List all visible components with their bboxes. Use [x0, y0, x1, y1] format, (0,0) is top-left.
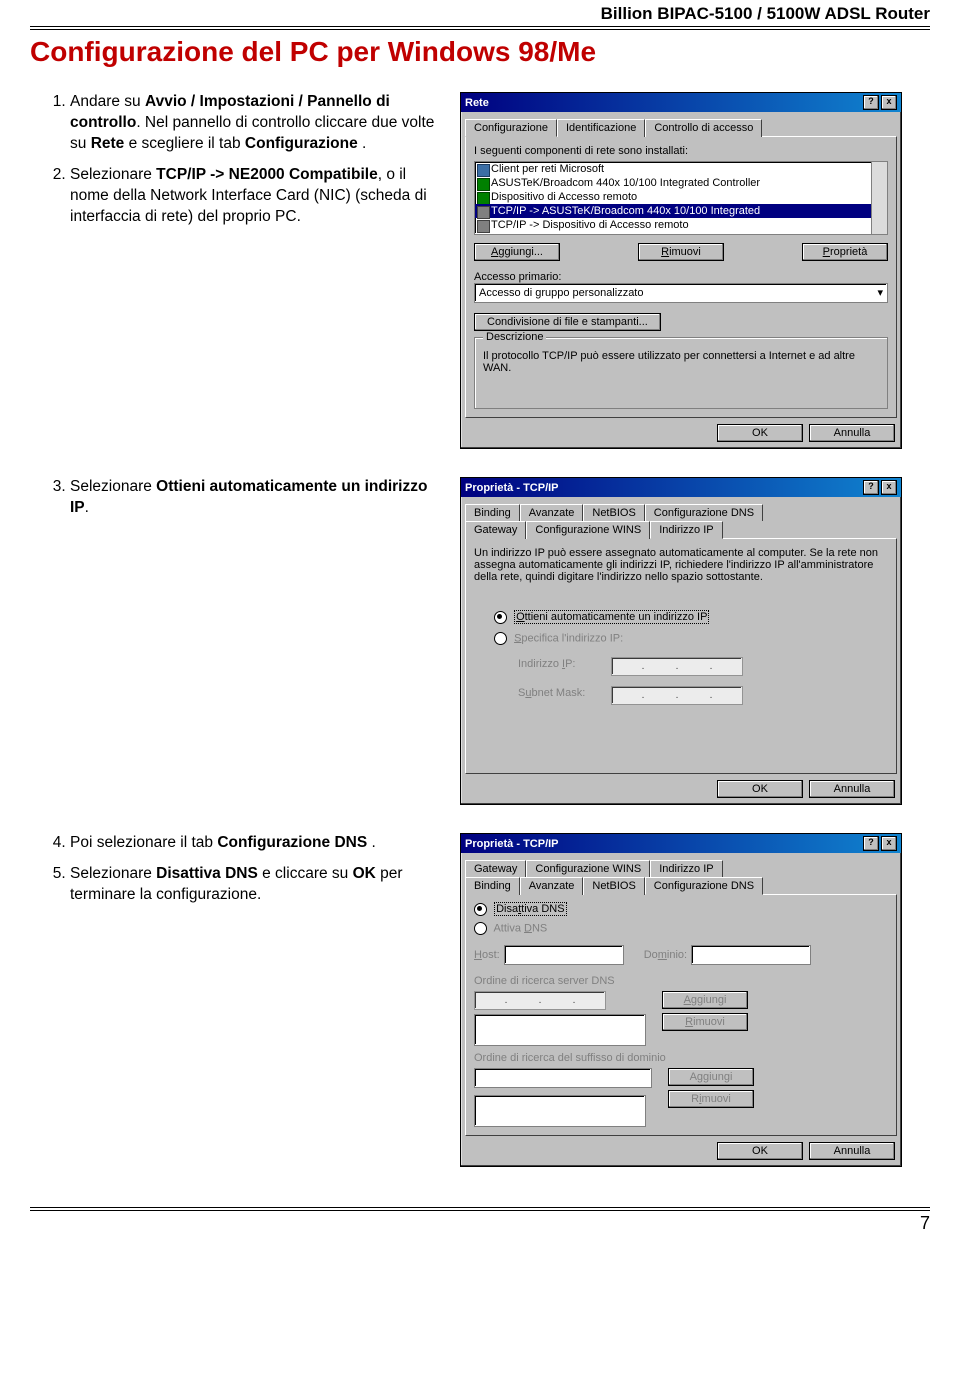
radio-icon: [494, 611, 507, 624]
page-title: Configurazione del PC per Windows 98/Me: [30, 36, 930, 68]
tab-dns[interactable]: Configurazione DNS: [645, 504, 763, 521]
page-number: 7: [30, 1207, 930, 1234]
dns-order-label: Ordine di ricerca server DNS: [474, 975, 888, 987]
tab-gateway[interactable]: Gateway: [465, 860, 526, 877]
tab-controllo-accesso[interactable]: Controllo di accesso: [645, 119, 762, 137]
list-item[interactable]: Dispositivo di Accesso remoto: [475, 190, 887, 204]
radio-icon: [474, 922, 487, 935]
tab-wins[interactable]: Configurazione WINS: [526, 860, 650, 877]
list-item-selected[interactable]: TCP/IP -> ASUSTeK/Broadcom 440x 10/100 I…: [475, 204, 887, 218]
step-4: Poi selezionare il tab Configurazione DN…: [70, 833, 442, 854]
close-icon[interactable]: x: [881, 480, 897, 495]
help-icon[interactable]: ?: [863, 95, 879, 110]
close-icon[interactable]: x: [881, 95, 897, 110]
tab-avanzate[interactable]: Avanzate: [520, 504, 584, 521]
titlebar-label: Proprietà - TCP/IP: [465, 482, 559, 494]
close-icon[interactable]: x: [881, 836, 897, 851]
ip-intro-text: Un indirizzo IP può essere assegnato aut…: [474, 547, 888, 583]
step-1: Andare su Avvio / Impostazioni / Pannell…: [70, 92, 442, 155]
scrollbar[interactable]: [871, 162, 887, 234]
radio-icon: [494, 632, 507, 645]
titlebar-tcpip: Proprietà - TCP/IP ? x: [461, 834, 901, 853]
radio-auto-ip[interactable]: Ottieni automaticamente un indirizzo IP: [494, 611, 888, 624]
remove-button[interactable]: Rimuovi: [638, 243, 724, 261]
tab-binding[interactable]: Binding: [465, 877, 520, 895]
ok-button[interactable]: OK: [717, 780, 803, 798]
titlebar-label: Rete: [465, 97, 489, 109]
suffix-order-label: Ordine di ricerca del suffisso di domini…: [474, 1052, 888, 1064]
tab-identificazione[interactable]: Identificazione: [557, 119, 645, 137]
components-listbox[interactable]: Client per reti Microsoft ASUSTeK/Broadc…: [474, 161, 888, 235]
tab-indirizzo-ip[interactable]: Indirizzo IP: [650, 521, 722, 539]
radio-icon: [474, 903, 487, 916]
tab-avanzate[interactable]: Avanzate: [520, 877, 584, 895]
dns-list[interactable]: [474, 1014, 646, 1046]
dns-ip-input[interactable]: ...: [474, 991, 606, 1010]
host-input[interactable]: [504, 945, 624, 965]
properties-button[interactable]: Proprietà: [802, 243, 888, 261]
tab-configurazione[interactable]: Configurazione: [465, 119, 557, 137]
radio-attiva-dns[interactable]: Attiva DNS: [474, 922, 888, 935]
ok-button[interactable]: OK: [717, 1142, 803, 1160]
chevron-down-icon: ▾: [877, 286, 883, 300]
protocol-icon: [477, 220, 490, 233]
radio-disattiva-dns[interactable]: Disattiva DNS: [474, 903, 888, 916]
description-label: Descrizione: [483, 331, 546, 343]
dialog-tcpip-dns: Proprietà - TCP/IP ? x Gateway Configura…: [460, 833, 902, 1167]
subnet-mask-input[interactable]: ...: [611, 686, 743, 705]
primary-access-label: Accesso primario:: [474, 271, 888, 283]
radio-specify-ip[interactable]: Specifica l'indirizzo IP:: [494, 632, 888, 645]
dialog-rete: Rete ? x Configurazione Identificazione …: [460, 92, 902, 449]
tab-gateway[interactable]: Gateway: [465, 521, 526, 539]
list-item[interactable]: ASUSTeK/Broadcom 440x 10/100 Integrated …: [475, 176, 887, 190]
cancel-button[interactable]: Annulla: [809, 780, 895, 798]
tab-netbios[interactable]: NetBIOS: [583, 504, 644, 521]
titlebar-rete: Rete ? x: [461, 93, 901, 112]
dns-remove-button[interactable]: Rimuovi: [662, 1013, 748, 1031]
tab-wins[interactable]: Configurazione WINS: [526, 521, 650, 539]
suffix-add-button[interactable]: Aggiungi: [668, 1068, 754, 1086]
tab-netbios[interactable]: NetBIOS: [583, 877, 644, 895]
primary-access-dropdown[interactable]: Accesso di gruppo personalizzato ▾: [474, 283, 888, 303]
titlebar-label: Proprietà - TCP/IP: [465, 838, 559, 850]
list-item[interactable]: TCP/IP -> Dispositivo di Accesso remoto: [475, 218, 887, 232]
tab-dns[interactable]: Configurazione DNS: [645, 877, 763, 895]
suffix-remove-button[interactable]: Rimuovi: [668, 1090, 754, 1108]
suffix-input[interactable]: [474, 1068, 652, 1088]
list-item[interactable]: Client per reti Microsoft: [475, 162, 887, 176]
description-text: Il protocollo TCP/IP può essere utilizza…: [483, 350, 879, 374]
domain-input[interactable]: [691, 945, 811, 965]
page-header: Billion BIPAC-5100 / 5100W ADSL Router: [30, 0, 930, 30]
ok-button[interactable]: OK: [717, 424, 803, 442]
ip-address-input[interactable]: ...: [611, 657, 743, 676]
file-print-sharing-button[interactable]: Condivisione di file e stampanti...: [474, 313, 661, 331]
cancel-button[interactable]: Annulla: [809, 1142, 895, 1160]
dns-add-button[interactable]: Aggiungi: [662, 991, 748, 1009]
step-3: Selezionare Ottieni automaticamente un i…: [70, 477, 442, 519]
dialog-tcpip-ip: Proprietà - TCP/IP ? x Binding Avanzate …: [460, 477, 902, 805]
domain-label: Dominio:: [644, 949, 687, 961]
cancel-button[interactable]: Annulla: [809, 424, 895, 442]
suffix-list[interactable]: [474, 1095, 646, 1127]
add-button[interactable]: Aggiungi...: [474, 243, 560, 261]
components-label: I seguenti componenti di rete sono insta…: [474, 145, 888, 157]
ip-address-label: Indirizzo IP:: [518, 658, 608, 670]
host-label: Host:: [474, 949, 500, 961]
tab-binding[interactable]: Binding: [465, 504, 520, 521]
help-icon[interactable]: ?: [863, 480, 879, 495]
titlebar-tcpip: Proprietà - TCP/IP ? x: [461, 478, 901, 497]
step-2: Selezionare TCP/IP -> NE2000 Compatibile…: [70, 165, 442, 228]
step-5: Selezionare Disattiva DNS e cliccare su …: [70, 864, 442, 906]
tab-indirizzo-ip[interactable]: Indirizzo IP: [650, 860, 722, 877]
subnet-mask-label: Subnet Mask:: [518, 687, 608, 699]
help-icon[interactable]: ?: [863, 836, 879, 851]
